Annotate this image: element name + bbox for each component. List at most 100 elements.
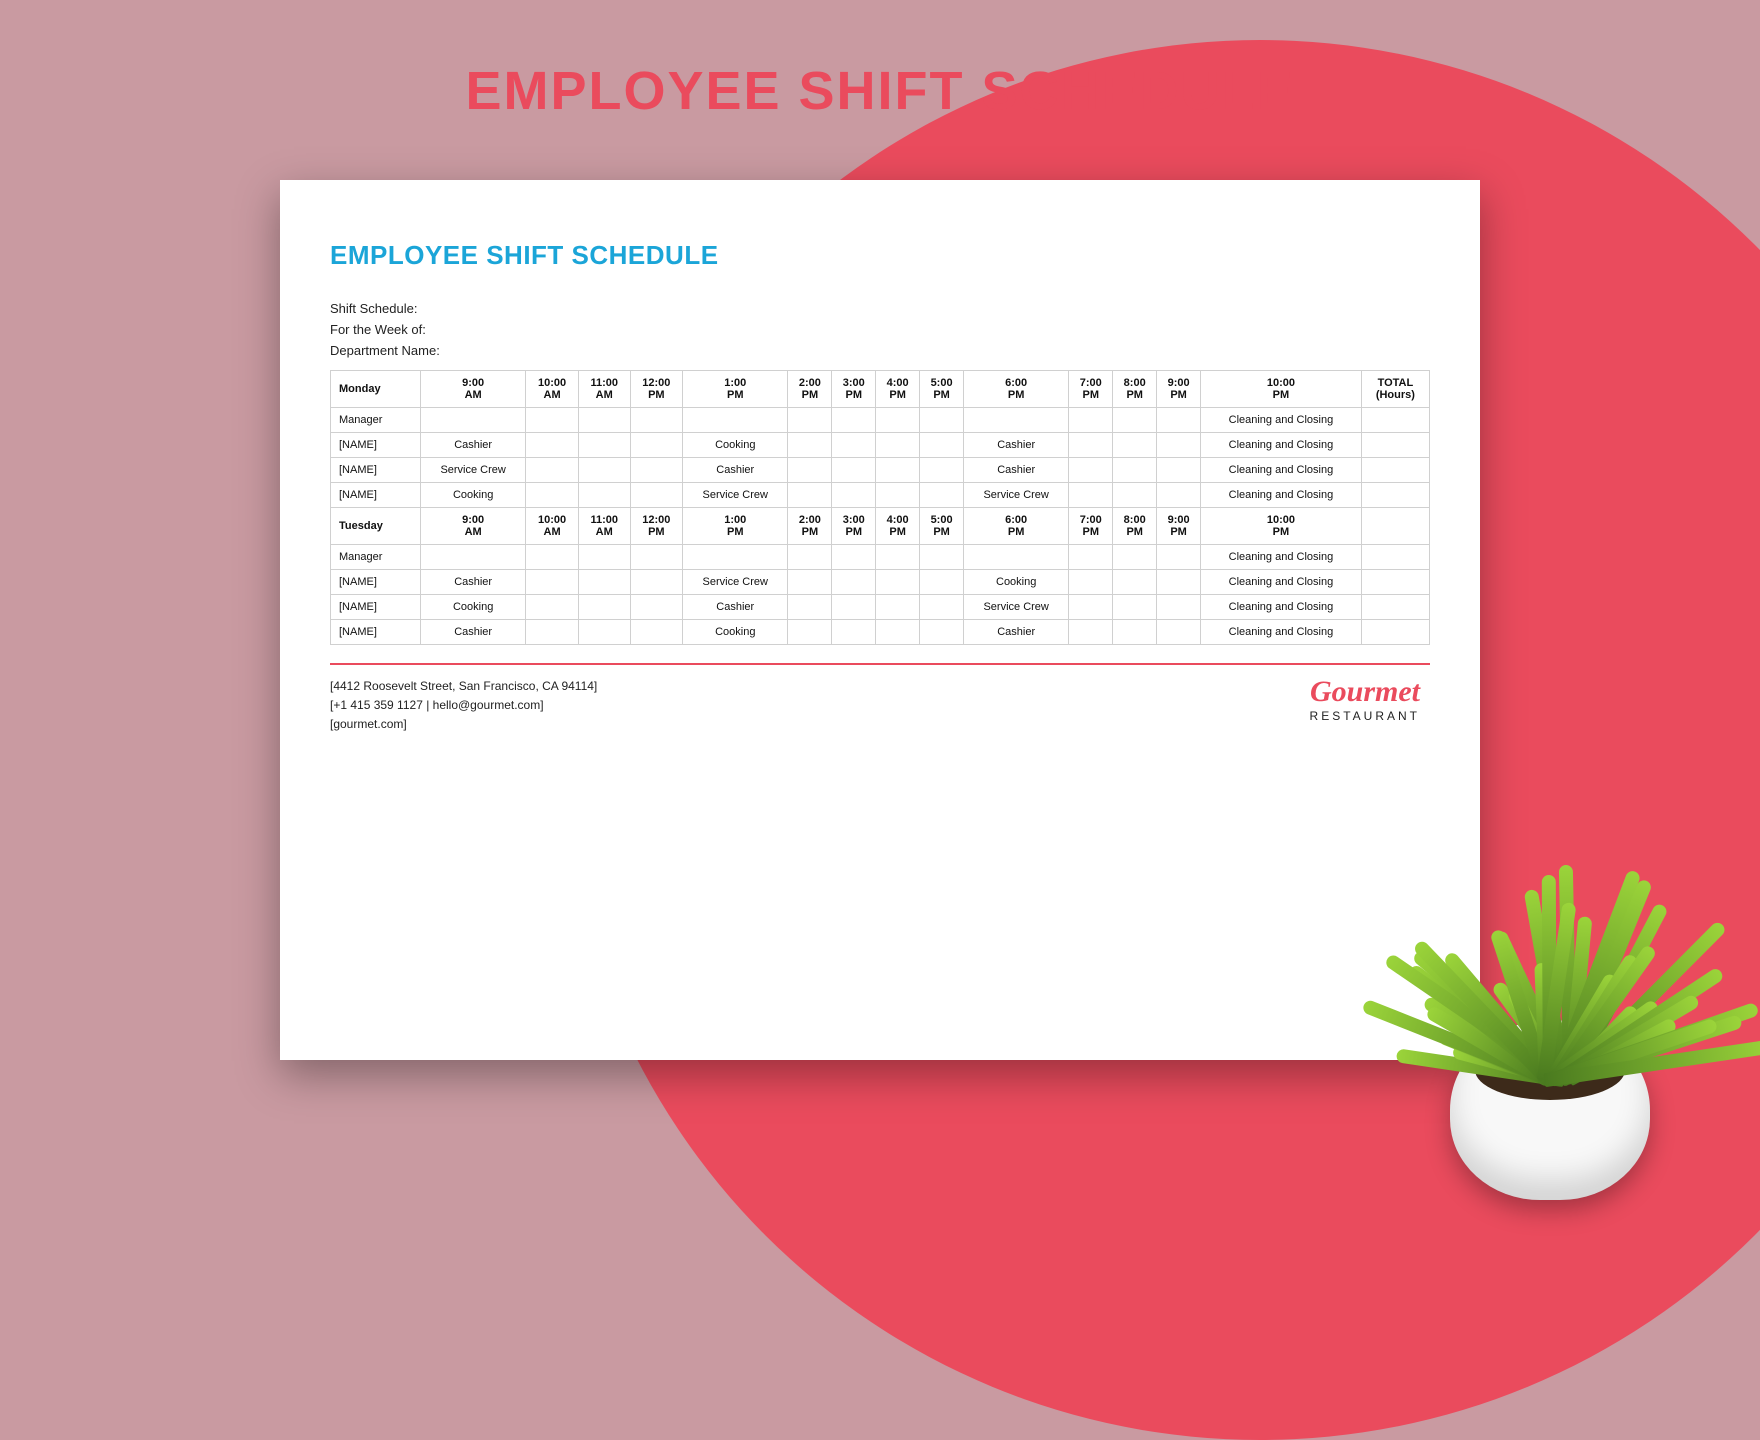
time-header: 1:00PM xyxy=(683,508,788,545)
time-header: 4:00PM xyxy=(876,508,920,545)
schedule-cell xyxy=(920,433,964,458)
day-name: Tuesday xyxy=(331,508,421,545)
schedule-cell: Cleaning and Closing xyxy=(1201,408,1362,433)
schedule-cell xyxy=(1069,483,1113,508)
schedule-cell xyxy=(920,570,964,595)
contact-website: [gourmet.com] xyxy=(330,715,597,734)
contact-phone-email: [+1 415 359 1127 | hello@gourmet.com] xyxy=(330,696,597,715)
schedule-cell xyxy=(1157,433,1201,458)
schedule-cell xyxy=(630,620,683,645)
schedule-cell xyxy=(964,545,1069,570)
schedule-cell xyxy=(1113,570,1157,595)
schedule-cell xyxy=(964,408,1069,433)
schedule-cell xyxy=(1113,545,1157,570)
schedule-cell xyxy=(876,570,920,595)
schedule-cell: Service Crew xyxy=(421,458,526,483)
schedule-cell xyxy=(788,408,832,433)
day-header-row: Monday9:00AM10:00AM11:00AM12:00PM1:00PM2… xyxy=(331,371,1430,408)
time-header: 10:00PM xyxy=(1201,371,1362,408)
schedule-cell xyxy=(788,433,832,458)
schedule-cell xyxy=(788,620,832,645)
time-header: 5:00PM xyxy=(920,508,964,545)
schedule-cell xyxy=(832,620,876,645)
employee-label: [NAME] xyxy=(331,458,421,483)
table-row: [NAME]Service CrewCashierCashierCleaning… xyxy=(331,458,1430,483)
schedule-cell xyxy=(578,545,630,570)
schedule-cell: Cleaning and Closing xyxy=(1201,545,1362,570)
table-row: ManagerCleaning and Closing xyxy=(331,408,1430,433)
schedule-cell xyxy=(1361,620,1429,645)
schedule-cell: Cashier xyxy=(421,433,526,458)
page-banner-title: EMPLOYEE SHIFT SCHEDULE xyxy=(465,60,1294,122)
schedule-cell xyxy=(630,458,683,483)
schedule-cell xyxy=(578,433,630,458)
total-header: TOTAL(Hours) xyxy=(1361,371,1429,408)
schedule-cell: Cooking xyxy=(964,570,1069,595)
document-title: EMPLOYEE SHIFT SCHEDULE xyxy=(330,240,1430,271)
time-header: 9:00AM xyxy=(421,508,526,545)
table-row: [NAME]CashierService CrewCookingCleaning… xyxy=(331,570,1430,595)
schedule-cell xyxy=(1361,483,1429,508)
schedule-cell xyxy=(1069,458,1113,483)
employee-label: [NAME] xyxy=(331,620,421,645)
document-page: EMPLOYEE SHIFT SCHEDULE Shift Schedule: … xyxy=(280,180,1480,1060)
schedule-cell xyxy=(1157,595,1201,620)
schedule-table: Monday9:00AM10:00AM11:00AM12:00PM1:00PM2… xyxy=(330,370,1430,645)
employee-label: [NAME] xyxy=(331,595,421,620)
schedule-cell xyxy=(630,408,683,433)
schedule-cell xyxy=(1157,458,1201,483)
meta-shift-schedule: Shift Schedule: xyxy=(330,301,1430,316)
schedule-cell xyxy=(876,483,920,508)
table-row: [NAME]CookingCashierService CrewCleaning… xyxy=(331,595,1430,620)
schedule-cell xyxy=(630,433,683,458)
schedule-cell: Cashier xyxy=(421,570,526,595)
schedule-cell xyxy=(1361,433,1429,458)
schedule-cell xyxy=(1069,433,1113,458)
schedule-cell xyxy=(832,483,876,508)
day-name: Monday xyxy=(331,371,421,408)
schedule-cell xyxy=(526,620,579,645)
schedule-cell xyxy=(526,408,579,433)
schedule-cell xyxy=(630,595,683,620)
schedule-cell xyxy=(1157,483,1201,508)
schedule-cell xyxy=(876,408,920,433)
schedule-cell xyxy=(1113,620,1157,645)
table-row: [NAME]CookingService CrewService CrewCle… xyxy=(331,483,1430,508)
schedule-cell xyxy=(876,545,920,570)
schedule-cell: Cashier xyxy=(964,433,1069,458)
time-header: 11:00AM xyxy=(578,508,630,545)
schedule-cell xyxy=(526,595,579,620)
schedule-cell xyxy=(788,483,832,508)
schedule-cell xyxy=(683,408,788,433)
meta-department: Department Name: xyxy=(330,343,1430,358)
schedule-cell xyxy=(1069,545,1113,570)
table-row: [NAME]CashierCookingCashierCleaning and … xyxy=(331,433,1430,458)
schedule-cell: Service Crew xyxy=(683,570,788,595)
schedule-cell xyxy=(1113,483,1157,508)
schedule-cell xyxy=(421,408,526,433)
schedule-cell xyxy=(832,433,876,458)
time-header: 2:00PM xyxy=(788,371,832,408)
day-header-row: Tuesday9:00AM10:00AM11:00AM12:00PM1:00PM… xyxy=(331,508,1430,545)
schedule-cell xyxy=(1361,545,1429,570)
schedule-cell xyxy=(1361,595,1429,620)
schedule-cell xyxy=(421,545,526,570)
schedule-cell xyxy=(526,458,579,483)
plant-decoration xyxy=(1360,820,1740,1200)
schedule-cell xyxy=(920,483,964,508)
schedule-cell: Cleaning and Closing xyxy=(1201,483,1362,508)
meta-week-of: For the Week of: xyxy=(330,322,1430,337)
schedule-cell xyxy=(1361,458,1429,483)
schedule-cell: Cashier xyxy=(421,620,526,645)
time-header: 2:00PM xyxy=(788,508,832,545)
time-header: 11:00AM xyxy=(578,371,630,408)
time-header: 12:00PM xyxy=(630,508,683,545)
schedule-cell xyxy=(630,570,683,595)
schedule-cell xyxy=(526,433,579,458)
time-header: 12:00PM xyxy=(630,371,683,408)
schedule-cell: Service Crew xyxy=(964,595,1069,620)
time-header: 7:00PM xyxy=(1069,371,1113,408)
schedule-cell xyxy=(832,570,876,595)
time-header: 8:00PM xyxy=(1113,508,1157,545)
table-row: ManagerCleaning and Closing xyxy=(331,545,1430,570)
